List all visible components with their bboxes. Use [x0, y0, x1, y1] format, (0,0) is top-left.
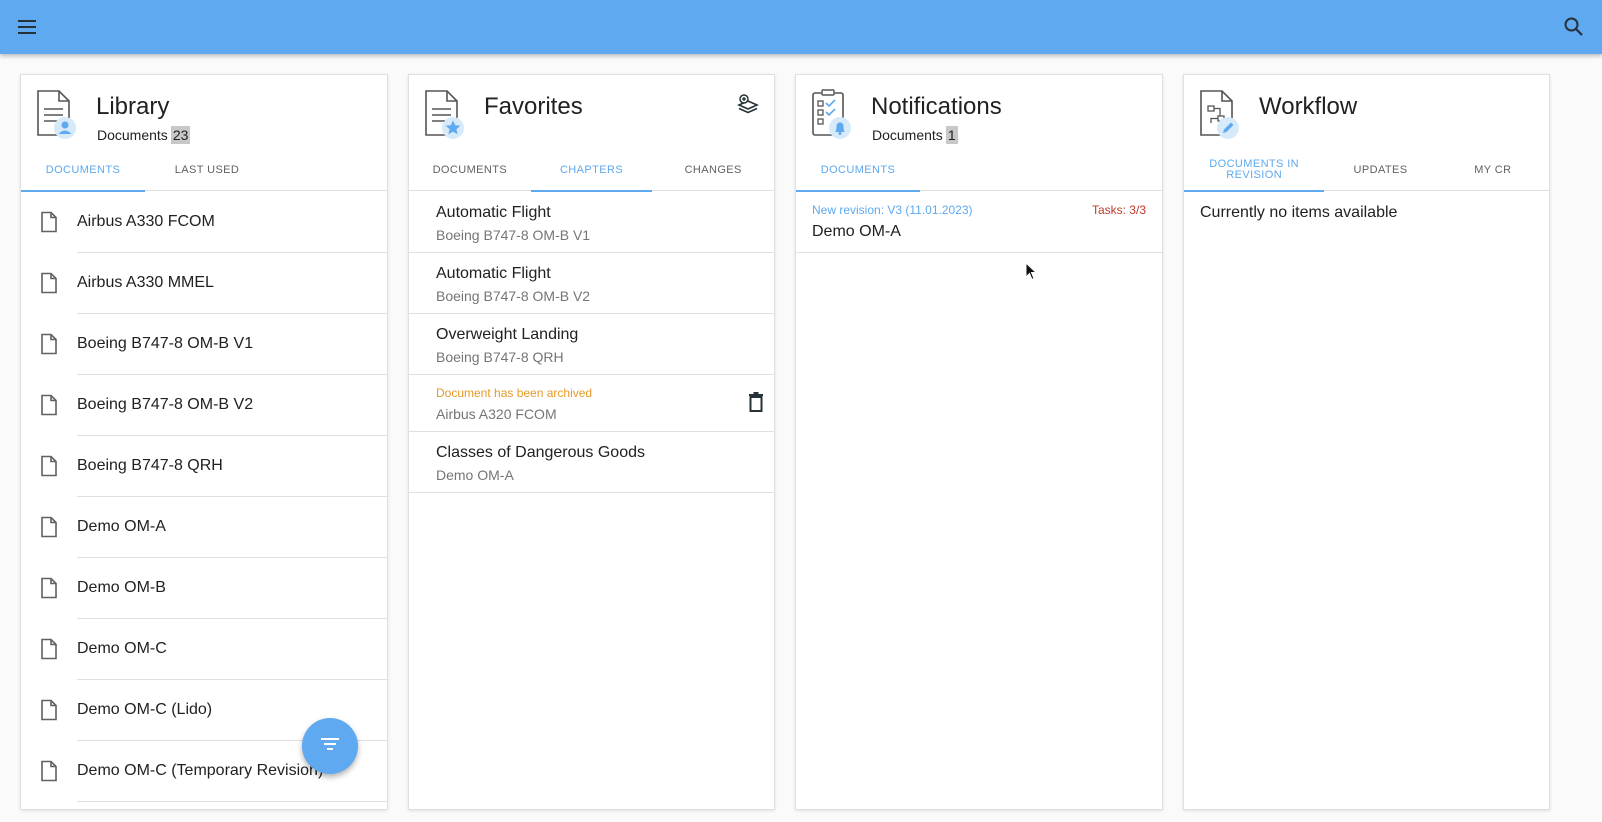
chapter-title: Automatic Flight: [436, 265, 551, 282]
delete-icon[interactable]: [746, 391, 766, 413]
list-item-archived[interactable]: Document has been archived Airbus A320 F…: [409, 375, 774, 432]
list-item[interactable]: Automatic Flight Boeing B747-8 OM-B V2: [409, 253, 774, 314]
workflow-list: Currently no items available: [1184, 192, 1549, 809]
tab-favorites-documents[interactable]: Documents: [409, 149, 531, 191]
workflow-header: Workflow: [1184, 75, 1549, 149]
chapter-title: Classes of Dangerous Goods: [436, 444, 645, 461]
file-icon: [39, 394, 59, 416]
file-icon: [39, 516, 59, 538]
library-title: Library: [96, 93, 170, 120]
library-document-user-icon: [35, 89, 79, 141]
chapter-title: Overweight Landing: [436, 326, 579, 343]
filter-button[interactable]: [302, 718, 358, 774]
favorites-chapter-list: Automatic Flight Boeing B747-8 OM-B V1 A…: [409, 192, 774, 809]
file-icon: [39, 333, 59, 355]
file-icon: [39, 455, 59, 477]
chapter-document: Boeing B747-8 OM-B V1: [436, 227, 591, 243]
list-item[interactable]: Demo OM-B: [21, 558, 387, 619]
list-item-label: Demo OM-B: [77, 579, 166, 596]
workflow-document-edit-icon: [1198, 89, 1242, 141]
file-icon: [39, 577, 59, 599]
search-icon[interactable]: [1560, 13, 1588, 41]
manage-favorites-icon[interactable]: [736, 93, 760, 117]
chapter-document: Demo OM-A: [436, 467, 514, 483]
list-item-label: Demo OM-C: [77, 640, 167, 657]
file-icon: [39, 272, 59, 294]
favorites-card: Favorites Documents Chapters Changes Aut…: [408, 74, 775, 810]
list-item-label: Boeing B747-8 QRH: [77, 457, 223, 474]
file-icon: [39, 211, 59, 233]
workflow-title: Workflow: [1259, 93, 1358, 120]
chapter-document: Boeing B747-8 QRH: [436, 349, 564, 365]
notifications-header: Notifications Documents 1: [796, 75, 1162, 149]
notifications-list: New revision: V3 (11.01.2023) Tasks: 3/3…: [796, 192, 1162, 809]
filter-icon: [319, 733, 341, 760]
favorites-title: Favorites: [484, 93, 583, 120]
tasks-status: Tasks: 3/3: [1091, 203, 1146, 217]
library-card: Library Documents 23 Documents Last used…: [20, 74, 388, 810]
list-item[interactable]: Automatic Flight Boeing B747-8 OM-B V1: [409, 192, 774, 253]
list-item-label: Demo OM-C (Lido): [77, 701, 213, 718]
tab-favorites-changes[interactable]: Changes: [652, 149, 774, 191]
list-item-label: Demo OM-C (Temporary Revision): [77, 762, 324, 779]
tab-notifications-documents[interactable]: Documents: [796, 149, 920, 192]
document-name: Demo OM-A: [812, 223, 901, 240]
notifications-tabs: Documents: [796, 149, 1162, 192]
notifications-title: Notifications: [871, 93, 1002, 120]
list-item[interactable]: Demo OM-C: [21, 619, 387, 680]
tab-library-last-used[interactable]: Last used: [145, 149, 269, 191]
list-item[interactable]: Airbus A330 FCOM: [21, 192, 387, 253]
list-item-label: Boeing B747-8 OM-B V2: [77, 396, 254, 413]
library-count-badge: 23: [170, 126, 191, 144]
workflow-tabs: Documents in revision Updates My CR: [1184, 149, 1549, 192]
library-subtitle-label: Documents: [97, 127, 168, 143]
notifications-subtitle-label: Documents: [872, 127, 943, 143]
archived-warning: Document has been archived: [436, 386, 593, 400]
tab-library-documents[interactable]: Documents: [21, 149, 145, 192]
list-item[interactable]: Airbus A330 MMEL: [21, 253, 387, 314]
favorites-header: Favorites: [409, 75, 774, 149]
divider: [77, 801, 387, 802]
tab-workflow-my-cr[interactable]: My CR: [1437, 149, 1549, 191]
list-item[interactable]: Overweight Landing Boeing B747-8 QRH: [409, 314, 774, 375]
workflow-card: Workflow Documents in revision Updates M…: [1183, 74, 1550, 810]
app-bar: [0, 0, 1602, 54]
list-item[interactable]: Boeing B747-8 OM-B V2: [21, 375, 387, 436]
chapter-document: Boeing B747-8 OM-B V2: [436, 288, 591, 304]
revision-label: New revision: V3 (11.01.2023): [812, 203, 973, 217]
tab-workflow-documents-in-revision[interactable]: Documents in revision: [1184, 149, 1325, 192]
library-header: Library Documents 23: [21, 75, 387, 149]
list-item[interactable]: Boeing B747-8 QRH: [21, 436, 387, 497]
list-item[interactable]: Boeing B747-8 OM-B V1: [21, 314, 387, 375]
chapter-title: Automatic Flight: [436, 204, 551, 221]
notifications-subtitle: Documents 1: [872, 126, 958, 144]
tab-workflow-updates[interactable]: Updates: [1324, 149, 1436, 191]
library-document-list: Airbus A330 FCOM Airbus A330 MMEL Boeing…: [21, 192, 387, 809]
tab-favorites-chapters[interactable]: Chapters: [530, 149, 653, 192]
favorites-document-star-icon: [423, 89, 467, 141]
library-subtitle: Documents 23: [97, 126, 191, 144]
file-icon: [39, 760, 59, 782]
list-item[interactable]: New revision: V3 (11.01.2023) Tasks: 3/3…: [796, 192, 1162, 253]
notifications-checklist-bell-icon: [810, 89, 854, 141]
menu-icon[interactable]: [14, 14, 42, 40]
list-item[interactable]: Demo OM-A: [21, 497, 387, 558]
list-item-label: Boeing B747-8 OM-B V1: [77, 335, 254, 352]
notifications-count-badge: 1: [945, 126, 958, 144]
notifications-card: Notifications Documents 1 Documents New …: [795, 74, 1163, 810]
empty-state-text: Currently no items available: [1200, 204, 1398, 221]
list-item[interactable]: Classes of Dangerous Goods Demo OM-A: [409, 432, 774, 493]
list-item-label: Airbus A330 MMEL: [77, 274, 214, 291]
file-icon: [39, 638, 59, 660]
favorites-tabs: Documents Chapters Changes: [409, 149, 774, 192]
library-tabs: Documents Last used: [21, 149, 387, 192]
list-item-label: Demo OM-A: [77, 518, 166, 535]
file-icon: [39, 699, 59, 721]
mouse-cursor-icon: [1025, 261, 1039, 282]
chapter-document: Airbus A320 FCOM: [436, 406, 557, 422]
list-item-label: Airbus A330 FCOM: [77, 213, 215, 230]
